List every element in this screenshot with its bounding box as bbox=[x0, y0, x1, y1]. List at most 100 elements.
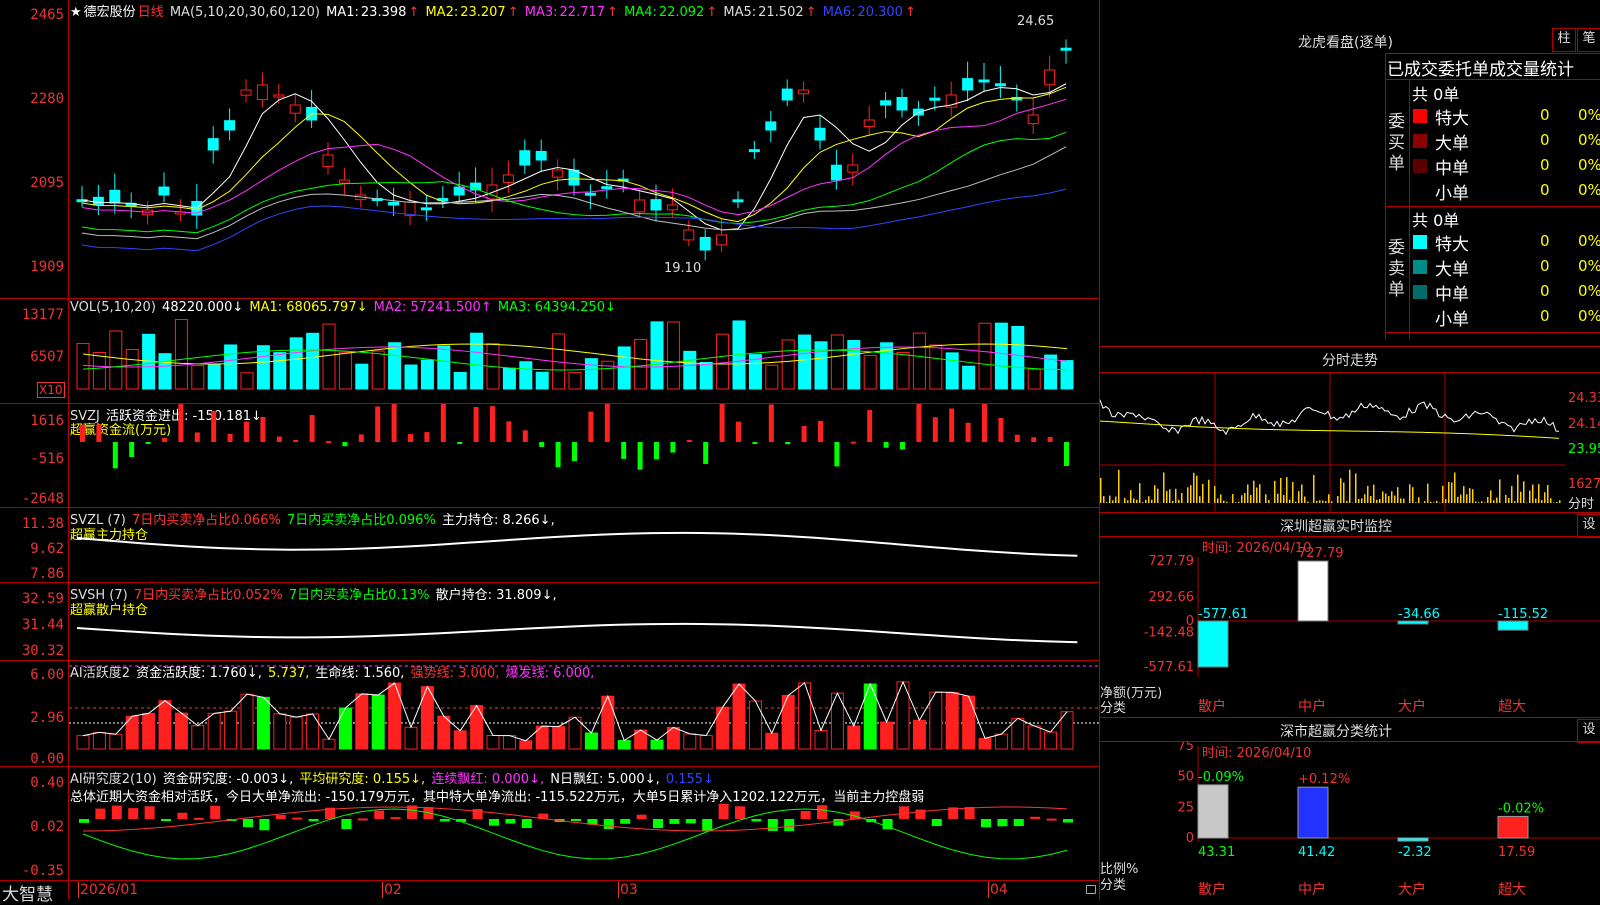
sz-class-chart[interactable]: 7550250-0.09%43.31散户+0.12%41.42中户-2.32大户… bbox=[1100, 742, 1600, 900]
svzj-bar bbox=[638, 442, 643, 470]
szm-category-label: 散户 bbox=[1198, 698, 1226, 715]
volume-bar bbox=[815, 342, 827, 389]
sz-class-settings-button[interactable]: 设 bbox=[1577, 719, 1600, 743]
ai-active-chart[interactable] bbox=[69, 661, 1099, 766]
svzj-axis-2: -516 bbox=[0, 451, 64, 467]
ai-research-chart[interactable] bbox=[69, 767, 1099, 880]
intraday-vol-bar bbox=[1241, 495, 1243, 503]
ai-active-bar bbox=[192, 726, 204, 749]
sz-monitor-settings-button[interactable]: 设 bbox=[1577, 514, 1600, 538]
sz-monitor-title: 深圳超赢实时监控 bbox=[1280, 516, 1392, 536]
candle bbox=[290, 105, 300, 113]
svzj-bar bbox=[310, 415, 315, 442]
tick-view-button[interactable]: 笔 bbox=[1577, 28, 1600, 52]
svzl-chart[interactable] bbox=[69, 508, 1099, 582]
intraday-vol-bar bbox=[1493, 500, 1495, 503]
candle bbox=[815, 128, 825, 140]
intraday-vol-bar bbox=[1544, 492, 1546, 503]
svsh-axis-2: 31.44 bbox=[0, 617, 64, 633]
ai-active-bar bbox=[323, 739, 335, 749]
intraday-chart[interactable] bbox=[1100, 373, 1565, 511]
intraday-vol-bar bbox=[1175, 489, 1177, 503]
ai-active-bar bbox=[1028, 726, 1040, 749]
szc-bar bbox=[1498, 816, 1528, 838]
ai-research-bar bbox=[161, 819, 171, 821]
intraday-vol-bar bbox=[1244, 493, 1246, 503]
ai-active-bar bbox=[618, 741, 630, 749]
volume-bar bbox=[339, 352, 351, 389]
ai-research-bar bbox=[194, 818, 204, 820]
ai-research-bar bbox=[1014, 819, 1024, 826]
szc-delta-label: +0.12% bbox=[1298, 772, 1350, 787]
volume-bar bbox=[782, 340, 794, 389]
lock-icon[interactable] bbox=[1086, 885, 1096, 894]
intraday-vol-bar bbox=[1412, 487, 1414, 503]
intraday-vol-bar bbox=[1256, 488, 1258, 503]
svsh-chart[interactable] bbox=[69, 583, 1099, 660]
ai-active-bar bbox=[356, 694, 368, 749]
price-chart[interactable] bbox=[69, 0, 1099, 298]
svzj-bar bbox=[342, 442, 347, 446]
volume-bar bbox=[405, 365, 417, 389]
svzj-bar bbox=[424, 432, 429, 442]
intraday-vol-bar bbox=[1286, 477, 1288, 503]
svzj-bar bbox=[277, 437, 282, 442]
sell-row-count: 0 bbox=[1540, 257, 1550, 275]
svzj-chart[interactable] bbox=[69, 404, 1099, 507]
svzj-bar bbox=[162, 438, 167, 442]
ai-research-bar bbox=[784, 819, 794, 831]
intraday-vol-bar bbox=[1514, 501, 1516, 503]
ai-research-bar bbox=[276, 815, 286, 819]
ai-active-bar bbox=[307, 714, 319, 749]
buy-group-label: 委买单 bbox=[1388, 112, 1406, 175]
ai-research-bar bbox=[686, 819, 696, 823]
intraday-vol-bar bbox=[1430, 502, 1432, 503]
volume-bar bbox=[192, 366, 204, 389]
volume-bar bbox=[635, 339, 647, 389]
szc-delta-label: -0.09% bbox=[1198, 770, 1244, 785]
intraday-vol-bar bbox=[1367, 486, 1369, 503]
sell-total: 共 0单 bbox=[1412, 207, 1459, 231]
ai-active-bar bbox=[274, 714, 286, 749]
sell-row-count: 0 bbox=[1540, 232, 1550, 250]
intraday-vol-bar bbox=[1265, 494, 1267, 503]
ai-research-bar bbox=[571, 819, 581, 821]
ai-active-bar bbox=[684, 734, 696, 749]
ai-active-bar bbox=[799, 683, 811, 749]
intraday-vol-bar bbox=[1511, 486, 1513, 503]
szc-category-label: 中户 bbox=[1298, 881, 1326, 898]
svzj-bar bbox=[474, 407, 479, 442]
bar-view-button[interactable]: 柱 bbox=[1552, 28, 1576, 52]
svzj-bar bbox=[900, 442, 905, 450]
intraday-vol-bar bbox=[1118, 470, 1120, 503]
intraday-vol-bar bbox=[1466, 494, 1468, 503]
svzj-bar bbox=[884, 442, 889, 448]
intraday-vol-bar bbox=[1400, 498, 1402, 503]
intraday-vol-bar bbox=[1226, 502, 1228, 503]
sell-row-count: 0 bbox=[1540, 307, 1550, 325]
svzj-bar bbox=[736, 422, 741, 442]
candle bbox=[651, 200, 661, 210]
intraday-vol-bar bbox=[1259, 484, 1261, 503]
buy-row-count: 0 bbox=[1540, 131, 1550, 149]
volume-chart[interactable] bbox=[69, 299, 1099, 403]
ai-active-bar bbox=[77, 736, 89, 749]
intraday-vol-bar bbox=[1520, 492, 1522, 503]
intraday-vol-bar bbox=[1370, 496, 1372, 503]
intraday-vol-bar bbox=[1415, 502, 1417, 503]
svzj-bar bbox=[654, 442, 659, 459]
ai-active-bar bbox=[913, 720, 925, 749]
sz-monitor-chart[interactable]: 727.79292.660-142.48-577.61-577.61散户727.… bbox=[1100, 537, 1600, 717]
candle bbox=[766, 122, 776, 130]
volume-bar bbox=[454, 372, 466, 389]
intraday-vol-bar bbox=[1550, 498, 1552, 503]
intraday-vol-bar bbox=[1250, 495, 1252, 503]
candle bbox=[717, 235, 727, 245]
intraday-vol-bar bbox=[1490, 490, 1492, 503]
ai-active-bar bbox=[733, 684, 745, 749]
price-axis-1: 2465 bbox=[0, 7, 64, 23]
candle bbox=[749, 150, 759, 152]
candle bbox=[110, 190, 120, 203]
brand-logo[interactable]: 大智慧 bbox=[2, 880, 53, 905]
intraday-vol-bar bbox=[1340, 478, 1342, 503]
